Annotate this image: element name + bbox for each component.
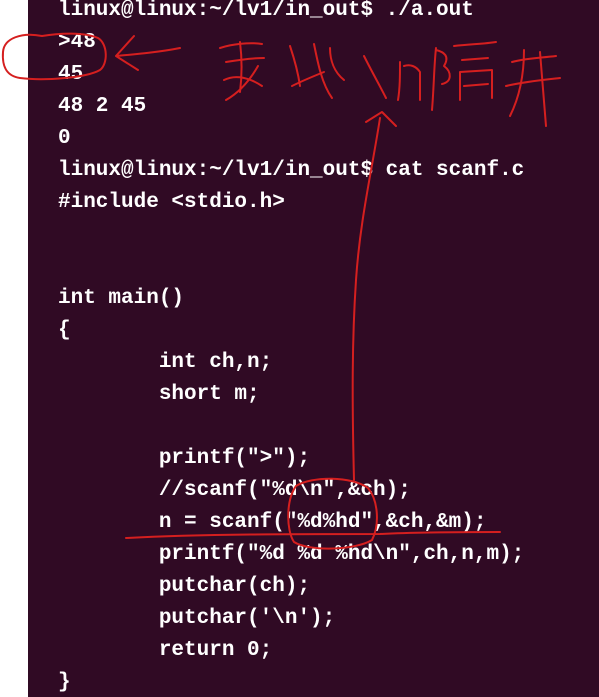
terminal-line-input-2: 45 [58,63,84,86]
code-line-putchar-newline: putchar('\n'); [58,607,336,630]
code-line-include: #include <stdio.h> [58,191,285,214]
code-line-main: int main() [58,287,185,310]
terminal-line-prompt-run: linux@linux:~/lv1/in_out$ ./a.out [58,0,474,22]
code-line-short-decl: short m; [58,383,260,406]
terminal-line-output-3: 48 2 45 [58,95,147,118]
code-line-close-brace: } [58,671,71,694]
code-line-int-decl: int ch,n; [58,351,273,374]
code-line-putchar-ch: putchar(ch); [58,575,311,598]
terminal-line-output-1: >48 [58,31,96,54]
terminal-line-output-4: 0 [58,127,71,150]
code-line-open-brace: { [58,319,71,342]
code-line-return: return 0; [58,639,273,662]
terminal-line-prompt-cat: linux@linux:~/lv1/in_out$ cat scanf.c [58,159,525,182]
terminal-window[interactable]: linux@linux:~/lv1/in_out$ ./a.out >48 45… [28,0,599,697]
screenshot: linux@linux:~/lv1/in_out$ ./a.out >48 45… [0,0,599,697]
code-line-printf-output: printf("%d %d %hd\n",ch,n,m); [58,543,525,566]
code-line-commented-scanf: //scanf("%d\n",&ch); [58,479,411,502]
code-line-scanf: n = scanf("%d%hd",&ch,&m); [58,511,487,534]
code-line-printf-prompt: printf(">"); [58,447,311,470]
